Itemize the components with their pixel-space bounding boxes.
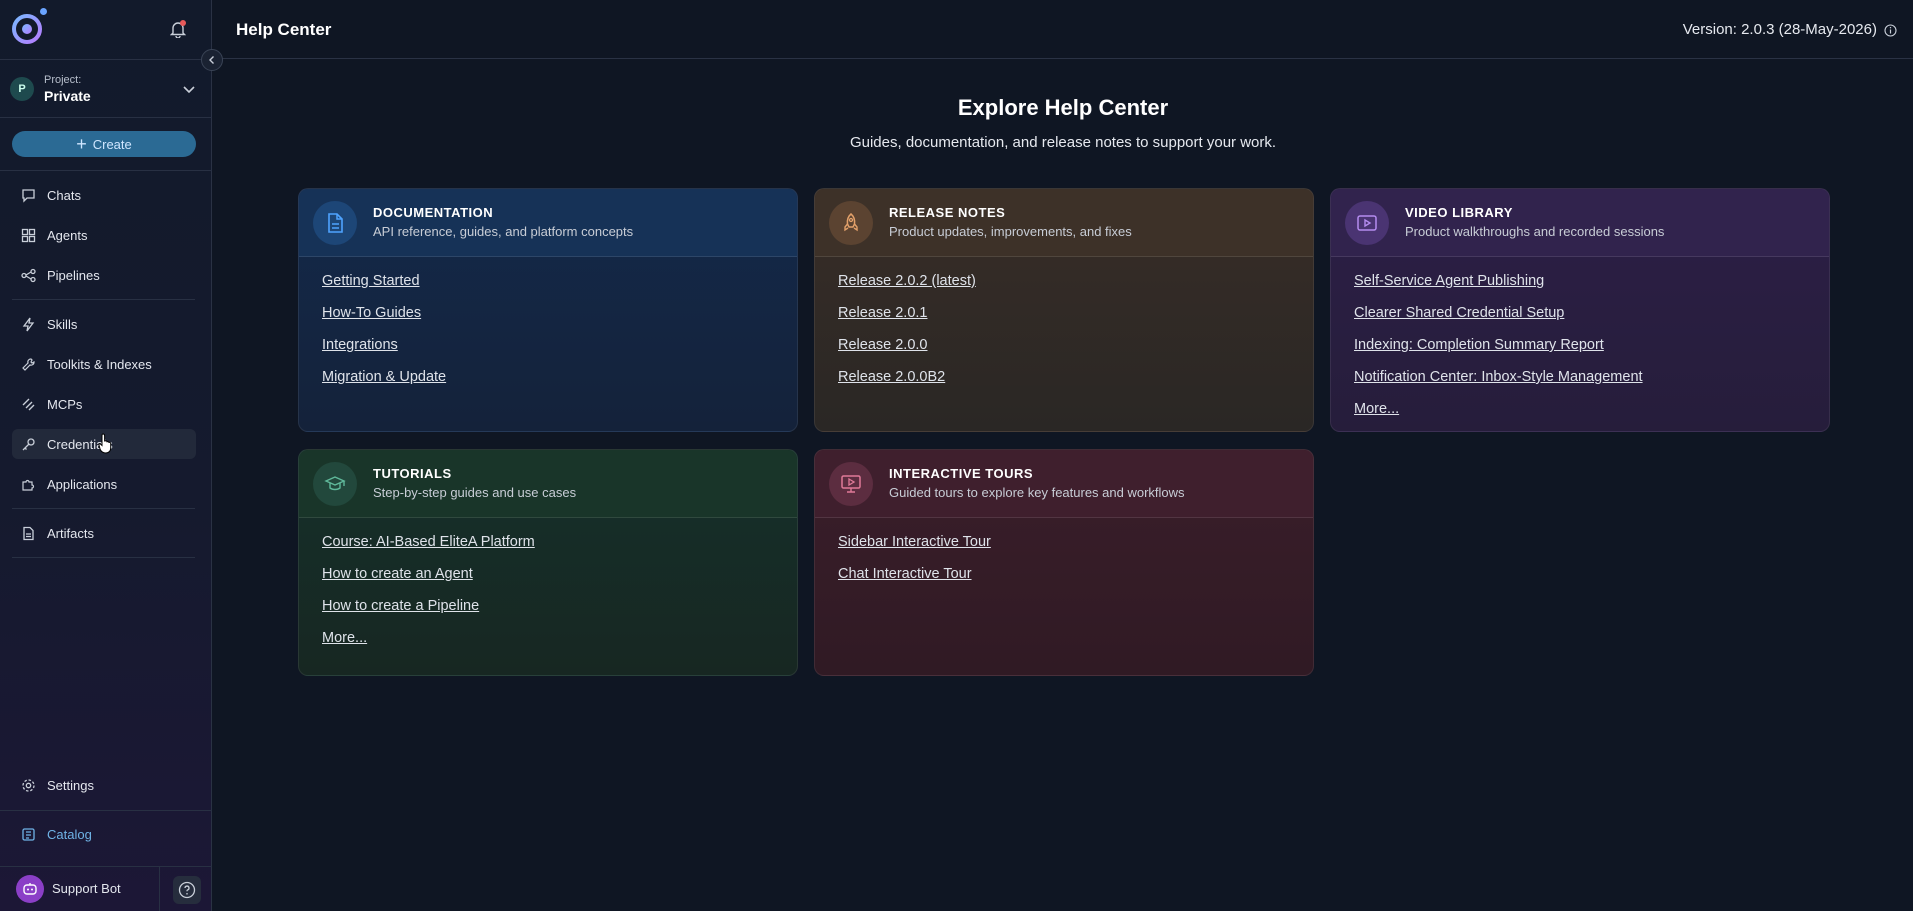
- video-library-card: VIDEO LIBRARY Product walkthroughs and r…: [1330, 188, 1830, 432]
- sidebar-item-mcps[interactable]: MCPs: [12, 389, 196, 419]
- main-subtitle: Guides, documentation, and release notes…: [849, 134, 1277, 151]
- support-bot-label[interactable]: Support Bot: [52, 881, 121, 896]
- chevron-left-icon: [209, 56, 214, 64]
- doc-link[interactable]: Integrations: [322, 334, 797, 366]
- project-label: Project:: [44, 74, 82, 86]
- create-button[interactable]: + Create: [12, 131, 196, 157]
- sidebar-item-label: Artifacts: [47, 525, 94, 541]
- release-link[interactable]: Release 2.0.2 (latest): [838, 270, 1313, 302]
- puzzle-icon: [20, 476, 36, 492]
- sidebar-item-label: MCPs: [47, 396, 83, 412]
- sidebar-item-applications[interactable]: Applications: [12, 469, 196, 499]
- support-bot-icon[interactable]: [16, 875, 44, 903]
- plus-icon: +: [76, 134, 87, 154]
- sidebar-item-label: Pipelines: [47, 267, 100, 283]
- tutorial-link[interactable]: How to create a Pipeline: [322, 595, 797, 627]
- document-icon: [313, 201, 357, 245]
- video-link[interactable]: Clearer Shared Credential Setup: [1354, 302, 1829, 334]
- help-button[interactable]: [173, 876, 201, 904]
- video-link[interactable]: Notification Center: Inbox-Style Managem…: [1354, 366, 1829, 398]
- card-title: DOCUMENTATION: [373, 205, 494, 220]
- collapse-sidebar-button[interactable]: [201, 49, 223, 71]
- app-logo[interactable]: [12, 14, 42, 44]
- catalog-icon: [20, 826, 36, 842]
- artifact-icon: [20, 525, 36, 541]
- notification-badge: [180, 20, 186, 26]
- doc-link[interactable]: How-To Guides: [322, 302, 797, 334]
- page-header: Help Center Version: 2.0.3 (28-May-2026): [213, 0, 1913, 59]
- sidebar-item-pipelines[interactable]: Pipelines: [12, 260, 196, 290]
- card-subtitle: Guided tours to explore key features and…: [889, 485, 1185, 500]
- card-subtitle: Product walkthroughs and recorded sessio…: [1405, 224, 1665, 239]
- project-name: Private: [44, 88, 91, 104]
- sidebar-item-catalog[interactable]: Catalog: [12, 819, 196, 849]
- release-link[interactable]: Release 2.0.0: [838, 334, 1313, 366]
- release-link[interactable]: Release 2.0.1: [838, 302, 1313, 334]
- pipeline-icon: [20, 267, 36, 283]
- video-icon: [1345, 201, 1389, 245]
- page-title: Help Center: [236, 20, 332, 39]
- main-title: Explore Help Center: [957, 95, 1169, 120]
- documentation-card: DOCUMENTATION API reference, guides, and…: [298, 188, 798, 432]
- info-icon[interactable]: [1884, 24, 1897, 37]
- project-avatar: P: [10, 77, 34, 101]
- sidebar-item-label: Toolkits & Indexes: [47, 356, 152, 372]
- rocket-icon: [829, 201, 873, 245]
- sidebar-item-toolkits[interactable]: Toolkits & Indexes: [12, 349, 196, 379]
- mcp-icon: [20, 396, 36, 412]
- chevron-down-icon[interactable]: [182, 82, 196, 96]
- release-link[interactable]: Release 2.0.0B2: [838, 366, 1313, 398]
- monitor-play-icon: [829, 462, 873, 506]
- graduation-cap-icon: [313, 462, 357, 506]
- doc-link[interactable]: Migration & Update: [322, 366, 797, 398]
- video-link[interactable]: Indexing: Completion Summary Report: [1354, 334, 1829, 366]
- card-subtitle: Product updates, improvements, and fixes: [889, 224, 1132, 239]
- sidebar-item-settings[interactable]: Settings: [12, 770, 196, 800]
- chat-icon: [20, 187, 36, 203]
- card-subtitle: Step-by-step guides and use cases: [373, 485, 577, 500]
- sidebar-item-agents[interactable]: Agents: [12, 220, 196, 250]
- key-icon: [20, 436, 36, 452]
- more-link[interactable]: More...: [322, 627, 797, 659]
- more-link[interactable]: More...: [1354, 398, 1829, 430]
- sidebar-item-label: Applications: [47, 476, 118, 492]
- project-selector[interactable]: P Project: Private: [10, 74, 198, 104]
- tour-link[interactable]: Sidebar Interactive Tour: [838, 531, 1313, 563]
- agents-grid-icon: [20, 227, 36, 243]
- card-subtitle: API reference, guides, and platform conc…: [373, 224, 634, 239]
- tour-link[interactable]: Chat Interactive Tour: [838, 563, 1313, 595]
- card-title: TUTORIALS: [373, 466, 452, 481]
- card-title: VIDEO LIBRARY: [1405, 205, 1513, 220]
- create-label: Create: [92, 136, 132, 152]
- tutorial-link[interactable]: Course: AI-Based EliteA Platform: [322, 531, 797, 563]
- sidebar-item-label: Agents: [47, 227, 88, 243]
- sidebar: P Project: Private + Create Chats Agents…: [0, 0, 212, 911]
- gear-icon: [20, 777, 36, 793]
- lightning-icon: [20, 316, 36, 332]
- sidebar-item-label: Skills: [47, 316, 78, 332]
- tutorial-link[interactable]: How to create an Agent: [322, 563, 797, 595]
- sidebar-item-skills[interactable]: Skills: [12, 309, 196, 339]
- sidebar-item-label: Settings: [47, 777, 94, 793]
- question-icon: [178, 881, 196, 899]
- sidebar-item-label: Chats: [47, 187, 81, 203]
- sidebar-item-label: Catalog: [47, 826, 92, 842]
- tutorials-card: TUTORIALS Step-by-step guides and use ca…: [298, 449, 798, 676]
- card-title: RELEASE NOTES: [889, 205, 1006, 220]
- sidebar-item-chats[interactable]: Chats: [12, 180, 196, 210]
- support-bar: Support Bot: [0, 866, 212, 911]
- interactive-tours-card: INTERACTIVE TOURS Guided tours to explor…: [814, 449, 1314, 676]
- sidebar-item-artifacts[interactable]: Artifacts: [12, 518, 196, 548]
- mouse-cursor-icon: [98, 433, 112, 454]
- card-title: INTERACTIVE TOURS: [889, 466, 1034, 481]
- status-dot: [40, 8, 47, 15]
- video-link[interactable]: Self-Service Agent Publishing: [1354, 270, 1829, 302]
- release-notes-card: RELEASE NOTES Product updates, improveme…: [814, 188, 1314, 432]
- version-label: Version: 2.0.3 (28-May-2026): [1682, 21, 1877, 38]
- doc-link[interactable]: Getting Started: [322, 270, 797, 302]
- wrench-icon: [20, 356, 36, 372]
